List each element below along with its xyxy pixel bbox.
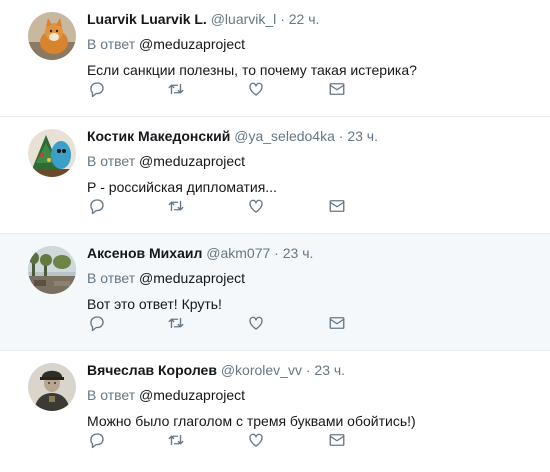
tweet-fullname[interactable]: Аксенов Михаил [87,245,202,261]
replies-feed: Luarvik Luarvik L. @luarvik_l · 22 ч. В … [0,0,550,468]
reply-button[interactable] [87,430,107,450]
reply-prefix: В ответ [87,387,136,403]
reply-mention-link[interactable]: @meduzaproject [139,387,245,403]
tweet-text: Р - российская дипломатия... [87,179,277,195]
like-icon [249,199,263,213]
like-button[interactable] [246,79,266,99]
header-separator: · [338,128,344,144]
tweet-username[interactable]: @luarvik_l [211,11,277,27]
tweet-fullname[interactable]: Костик Македонский [87,128,230,144]
like-icon [249,316,263,330]
direct-message-icon [329,83,345,95]
tweet-username[interactable]: @korolev_vv [221,362,302,378]
tweet-actions [87,313,357,333]
tweet-actions [87,430,357,450]
retweet-icon [168,317,184,329]
reply-mention-link[interactable]: @meduzaproject [139,153,245,169]
tweet-header: Вячеслав Королев @korolev_vv · 23 ч. [87,361,538,379]
retweet-icon [168,200,184,212]
like-icon [249,433,263,447]
header-separator: · [305,362,311,378]
avatar[interactable] [28,129,76,177]
tweet[interactable]: Аксенов Михаил @akm077 · 23 ч. В ответ @… [0,234,550,351]
retweet-button[interactable] [166,79,186,99]
tweet[interactable]: Luarvik Luarvik L. @luarvik_l · 22 ч. В … [0,0,550,117]
avatar[interactable] [28,246,76,294]
reply-button[interactable] [87,313,107,333]
reply-prefix: В ответ [87,36,136,52]
tweet-actions [87,79,357,99]
tweet-header: Аксенов Михаил @akm077 · 23 ч. [87,244,538,262]
retweet-icon [168,434,184,446]
like-icon [249,82,263,96]
direct-message-button[interactable] [327,79,347,99]
tweet-actions [87,196,357,216]
like-button[interactable] [246,313,266,333]
avatar[interactable] [28,363,76,411]
tweet-username[interactable]: @ya_seledo4ka [234,128,335,144]
reply-context: В ответ @meduzaproject [87,152,538,170]
direct-message-icon [329,200,345,212]
reply-prefix: В ответ [87,270,136,286]
reply-context: В ответ @meduzaproject [87,35,538,53]
tweet-text: Можно было глаголом с тремя буквами обой… [87,413,416,429]
tweet-text: Вот это ответ! Круть! [87,296,222,312]
tweet-header: Костик Македонский @ya_seledo4ka · 23 ч. [87,127,538,145]
avatar[interactable] [28,12,76,60]
direct-message-icon [329,434,345,446]
like-button[interactable] [246,196,266,216]
reply-icon [90,433,104,449]
tweet-timestamp[interactable]: 23 ч. [283,245,314,261]
tweet[interactable]: Вячеслав Королев @korolev_vv · 23 ч. В о… [0,351,550,468]
reply-icon [90,316,104,332]
tweet-text: Если санкции полезны, то почему такая ис… [87,62,417,78]
retweet-icon [168,83,184,95]
tweet-fullname[interactable]: Luarvik Luarvik L. [87,11,207,27]
tweet-username[interactable]: @akm077 [206,245,270,261]
reply-icon [90,82,104,98]
reply-context: В ответ @meduzaproject [87,269,538,287]
tweet-timestamp[interactable]: 23 ч. [347,128,378,144]
reply-icon [90,199,104,215]
retweet-button[interactable] [166,430,186,450]
direct-message-button[interactable] [327,196,347,216]
reply-button[interactable] [87,196,107,216]
direct-message-button[interactable] [327,430,347,450]
tweet-fullname[interactable]: Вячеслав Королев [87,362,217,378]
reply-mention-link[interactable]: @meduzaproject [139,36,245,52]
header-separator: · [274,245,279,261]
retweet-button[interactable] [166,196,186,216]
reply-prefix: В ответ [87,153,136,169]
retweet-button[interactable] [166,313,186,333]
tweet-timestamp[interactable]: 23 ч. [314,362,345,378]
tweet-header: Luarvik Luarvik L. @luarvik_l · 22 ч. [87,10,538,28]
tweet-timestamp[interactable]: 22 ч. [289,11,320,27]
direct-message-icon [329,317,345,329]
direct-message-button[interactable] [327,313,347,333]
header-separator: · [280,11,285,27]
reply-button[interactable] [87,79,107,99]
like-button[interactable] [246,430,266,450]
reply-context: В ответ @meduzaproject [87,386,538,404]
tweet[interactable]: Костик Македонский @ya_seledo4ka · 23 ч.… [0,117,550,234]
reply-mention-link[interactable]: @meduzaproject [139,270,245,286]
